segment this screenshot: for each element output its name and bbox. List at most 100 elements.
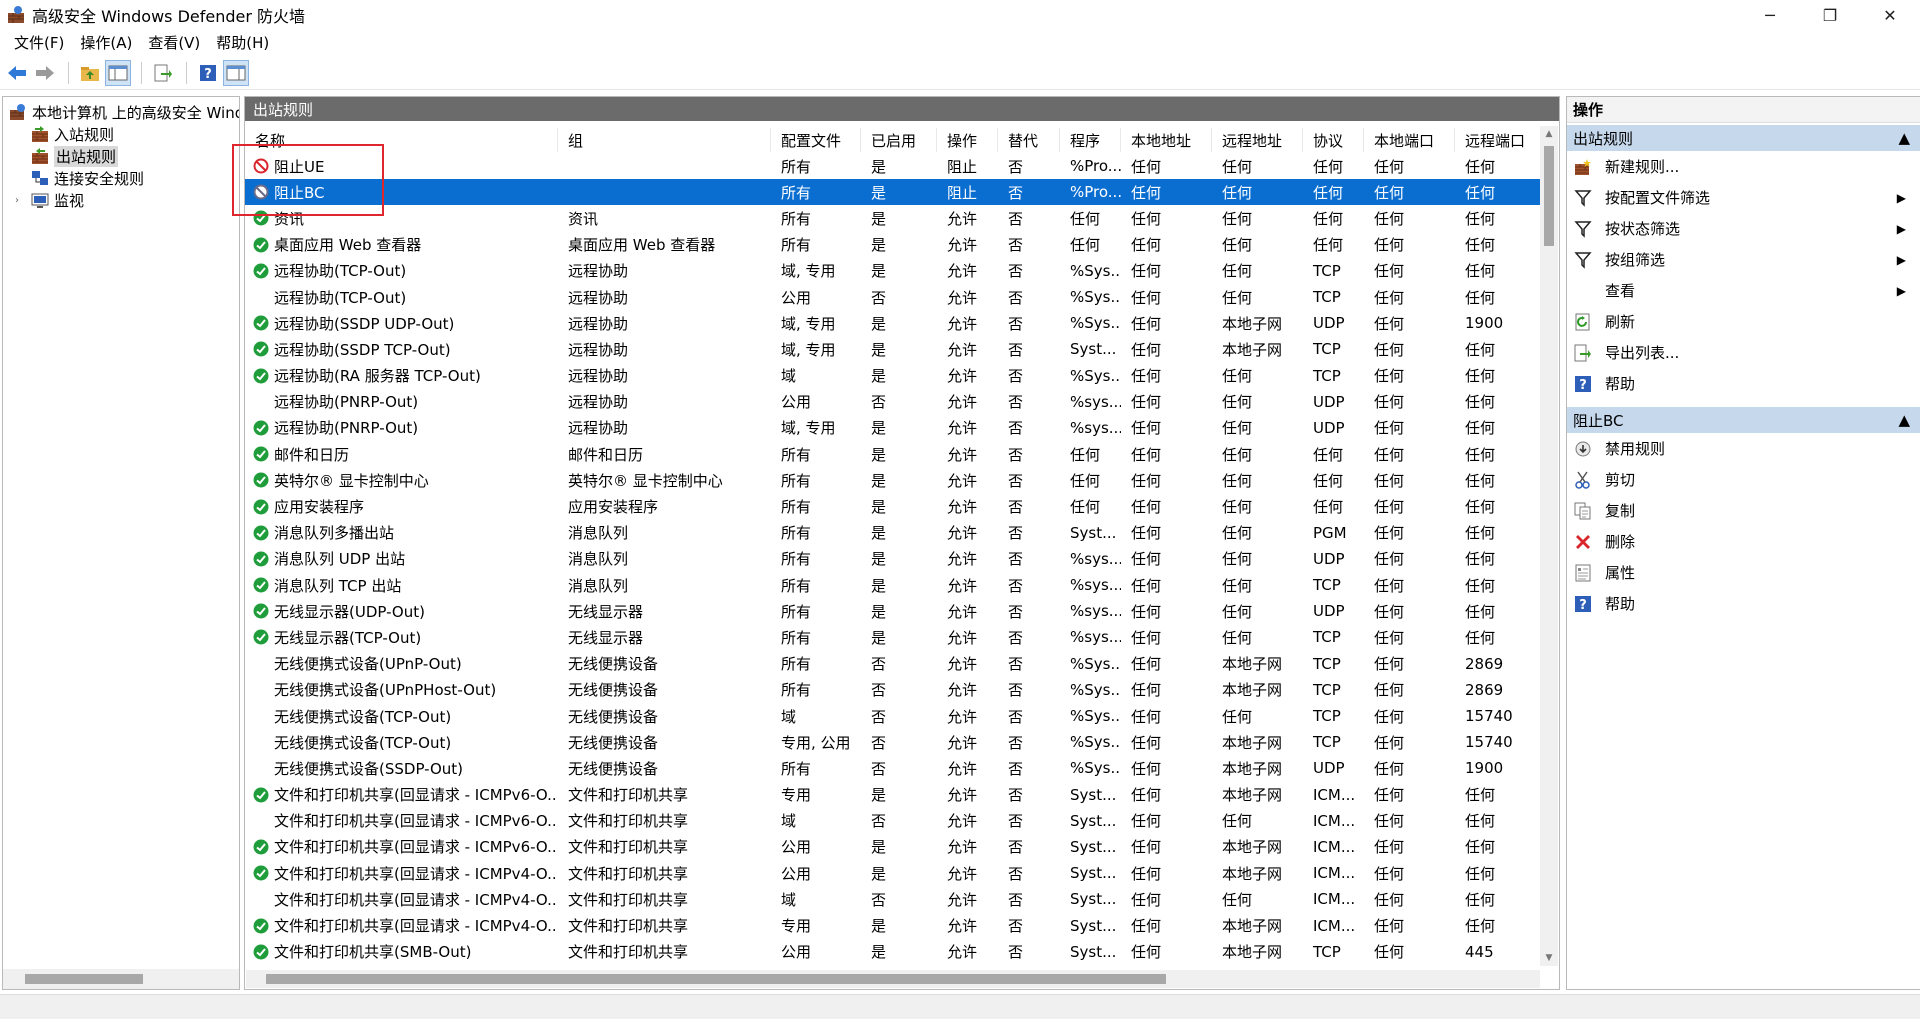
scrollbar-thumb[interactable] <box>25 974 143 984</box>
table-row[interactable]: 文件和打印机共享(回显请求 - ICMPv4-O... 文件和打印机共享 公用 是 允许… <box>245 860 1541 886</box>
rule-local-cell: 任何 <box>1131 917 1162 936</box>
rule-rport-cell: 任何 <box>1465 917 1496 936</box>
action-item[interactable]: 导出列表... <box>1567 337 1920 368</box>
forward-button[interactable] <box>32 60 58 86</box>
column-header-local-port[interactable]: 本地端口 <box>1364 128 1455 152</box>
rule-rport-cell: 任何 <box>1465 471 1496 490</box>
action-item[interactable]: 删除 <box>1567 526 1920 557</box>
table-row[interactable]: 无线显示器(UDP-Out) 无线显示器 所有 是 允许 否 %sys... 任何 任何 UDP 任… <box>245 598 1541 624</box>
table-row[interactable]: 远程协助(SSDP TCP-Out) 远程协助 域, 专用 是 允许 否 Syst... 任何… <box>245 336 1541 362</box>
rule-program-cell: 任何 <box>1070 236 1101 255</box>
action-item[interactable]: ? 帮助 <box>1567 368 1920 399</box>
table-row[interactable]: 阻止BC 所有是阻止否 %Pro... 任何 任何 任何 任何 任何 <box>245 179 1541 206</box>
rule-name-cell: 远程协助(TCP-Out) <box>245 287 558 308</box>
scroll-down-arrow-icon[interactable]: ▼ <box>1540 950 1558 966</box>
column-header-remote-address[interactable]: 远程地址 <box>1212 128 1303 152</box>
action-item[interactable]: 查看 ▶ <box>1567 275 1920 306</box>
menu-help[interactable]: 帮助(H) <box>208 32 277 53</box>
table-row[interactable]: 消息队列 TCP 出站 消息队列 所有 是 允许 否 %sys... 任何 任何 TCP 任何 任何 <box>245 572 1541 598</box>
column-header-action[interactable]: 操作 <box>937 128 998 152</box>
rules-horizontal-scrollbar[interactable] <box>246 970 1540 988</box>
tree-root[interactable]: 本地计算机 上的高级安全 Windows Defender 防火墙 <box>3 101 239 123</box>
action-item[interactable]: 复制 <box>1567 495 1920 526</box>
show-hide-action-pane-button[interactable] <box>223 59 249 86</box>
expand-arrow-icon[interactable]: › <box>15 195 19 206</box>
rules-vertical-scrollbar[interactable]: ▲ ▼ <box>1540 126 1558 966</box>
menu-action[interactable]: 操作(A) <box>72 32 140 53</box>
table-row[interactable]: 阻止UE 所有是阻止否 %Pro... 任何 任何 任何 任何 任何 <box>245 153 1541 179</box>
table-row[interactable]: 消息队列多播出站 消息队列 所有 是 允许 否 Syst... 任何 任何 PGM 任何 任何 <box>245 520 1541 546</box>
tree-horizontal-scrollbar[interactable] <box>3 969 239 989</box>
actions-group-outbound[interactable]: 出站规则 ▲ <box>1567 125 1920 151</box>
table-row[interactable]: 无线便携式设备(UPnPHost-Out) 无线便携设备 所有 否 允许 否 %Sys...… <box>245 677 1541 703</box>
column-header-program[interactable]: 程序 <box>1060 128 1121 152</box>
menu-view[interactable]: 查看(V) <box>140 32 208 53</box>
column-header-local-address[interactable]: 本地地址 <box>1121 128 1212 152</box>
action-item-label: 按组筛选 <box>1605 251 1666 269</box>
rule-group-cell: 远程协助 <box>568 288 629 307</box>
tree-item-connection-security[interactable]: 连接安全规则 <box>3 167 239 189</box>
scrollbar-thumb[interactable] <box>1544 146 1554 246</box>
allow-check-icon <box>253 839 269 855</box>
table-row[interactable]: 无线便携式设备(SSDP-Out) 无线便携设备 所有 否 允许 否 %Sys... 任何 本地… <box>245 755 1541 781</box>
collapse-arrow-icon[interactable]: ▲ <box>1898 411 1910 429</box>
action-item[interactable]: 按组筛选 ▶ <box>1567 244 1920 275</box>
collapse-arrow-icon[interactable]: ▲ <box>1898 129 1910 147</box>
rule-name: 文件和打印机共享(回显请求 - ICMPv4-O... <box>274 917 558 936</box>
rule-action-cell: 允许 <box>947 707 978 726</box>
table-row[interactable]: 资讯 资讯 所有是允许否任何 任何 任何 任何 任何 任何 <box>245 205 1541 231</box>
table-row[interactable]: 邮件和日历 邮件和日历 所有 是 允许 否 任何 任何 任何 任何 任何 任何 <box>245 441 1541 467</box>
table-row[interactable]: 远程协助(TCP-Out) 远程协助 公用 否 允许 否 %Sys... 任何 任何 TCP 任何 任… <box>245 284 1541 310</box>
table-row[interactable]: 文件和打印机共享(回显请求 - ICMPv6-O... 文件和打印机共享 域 否 允许 否… <box>245 808 1541 834</box>
menu-file[interactable]: 文件(F) <box>6 32 72 53</box>
actions-group-selected-rule[interactable]: 阻止BC ▲ <box>1567 407 1920 433</box>
tree-item-inbound[interactable]: 入站规则 <box>3 123 239 145</box>
action-item[interactable]: ? 帮助 <box>1567 588 1920 619</box>
show-hide-tree-button[interactable] <box>105 59 131 86</box>
table-row[interactable]: 远程协助(TCP-Out) 远程协助 域, 专用 是 允许 否 %Sys... 任何 任何 TCP… <box>245 258 1541 284</box>
back-button[interactable] <box>4 60 30 86</box>
action-item[interactable]: 按配置文件筛选 ▶ <box>1567 182 1920 213</box>
table-row[interactable]: 远程协助(SSDP UDP-Out) 远程协助 域, 专用 是 允许 否 %Sys... 任何… <box>245 310 1541 336</box>
table-row[interactable]: 无线便携式设备(TCP-Out) 无线便携设备 域 否 允许 否 %Sys... 任何 任何 TC… <box>245 703 1541 729</box>
rule-rport-cell: 任何 <box>1465 838 1496 857</box>
table-row[interactable]: 桌面应用 Web 查看器 桌面应用 Web 查看器 所有 是 允许 否 任何 任何 任何 任何 任何… <box>245 232 1541 258</box>
table-row[interactable]: 消息队列 UDP 出站 消息队列 所有 是 允许 否 %sys... 任何 任何 UDP 任何 任何 <box>245 546 1541 572</box>
tree-item-outbound[interactable]: 出站规则 <box>3 145 239 167</box>
action-item[interactable]: 属性 <box>1567 557 1920 588</box>
table-row[interactable]: 无线显示器(TCP-Out) 无线显示器 所有 是 允许 否 %sys... 任何 任何 TCP 任… <box>245 624 1541 650</box>
table-row[interactable]: 文件和打印机共享(回显请求 - ICMPv4-O... 文件和打印机共享 专用 是 允许… <box>245 912 1541 938</box>
close-button[interactable]: ✕ <box>1860 0 1920 30</box>
table-row[interactable]: 文件和打印机共享(回显请求 - ICMPv4-O... 文件和打印机共享 域 否 允许 否… <box>245 886 1541 912</box>
action-item[interactable]: 按状态筛选 ▶ <box>1567 213 1920 244</box>
action-item[interactable]: 剪切 <box>1567 464 1920 495</box>
action-item[interactable]: 禁用规则 <box>1567 433 1920 464</box>
maximize-button[interactable]: ❐ <box>1800 0 1860 30</box>
table-row[interactable]: 无线便携式设备(TCP-Out) 无线便携设备 专用, 公用 否 允许 否 %Sys... 任… <box>245 729 1541 755</box>
scroll-up-arrow-icon[interactable]: ▲ <box>1540 126 1558 142</box>
rule-lport-cell: 任何 <box>1374 340 1405 359</box>
table-row[interactable]: 远程协助(RA 服务器 TCP-Out) 远程协助 域 是 允许 否 %Sys... 任何 任何… <box>245 363 1541 389</box>
table-row[interactable]: 文件和打印机共享(回显请求 - ICMPv6-O... 文件和打印机共享 专用 是 允许… <box>245 782 1541 808</box>
scrollbar-thumb[interactable] <box>266 974 1166 984</box>
action-item[interactable]: 新建规则... <box>1567 151 1920 182</box>
up-folder-button[interactable] <box>77 60 103 86</box>
column-header-protocol[interactable]: 协议 <box>1303 128 1364 152</box>
table-row[interactable]: 文件和打印机共享(回显请求 - ICMPv6-O... 文件和打印机共享 公用 是 允许… <box>245 834 1541 860</box>
action-item[interactable]: 刷新 <box>1567 306 1920 337</box>
table-row[interactable]: 文件和打印机共享(SMB-Out) 文件和打印机共享 公用 是 允许 否 Syst... 任何… <box>245 939 1541 965</box>
column-header-remote-port[interactable]: 远程端口 <box>1455 128 1541 152</box>
table-row[interactable]: 英特尔® 显卡控制中心 英特尔® 显卡控制中心 所有 是 允许 否 任何 任何 任何 任何 任何 任何 <box>245 467 1541 493</box>
help-button[interactable]: ? <box>195 60 221 86</box>
column-header-override[interactable]: 替代 <box>998 128 1060 152</box>
table-row[interactable]: 远程协助(PNRP-Out) 远程协助 域, 专用 是 允许 否 %sys... 任何 任何 UD… <box>245 415 1541 441</box>
table-row[interactable]: 无线便携式设备(UPnP-Out) 无线便携设备 所有 否 允许 否 %Sys... 任何 本地… <box>245 651 1541 677</box>
export-button[interactable] <box>150 60 176 86</box>
tree-item-monitoring[interactable]: › 监视 <box>3 189 239 211</box>
table-row[interactable]: 应用安装程序 应用安装程序 所有 是 允许 否 任何 任何 任何 任何 任何 任何 <box>245 493 1541 519</box>
minimize-button[interactable]: ─ <box>1740 0 1800 30</box>
column-header-profile[interactable]: 配置文件 <box>771 128 861 152</box>
column-header-group[interactable]: 组 <box>558 128 771 152</box>
column-header-enabled[interactable]: 已启用 <box>861 128 937 152</box>
table-row[interactable]: 远程协助(PNRP-Out) 远程协助 公用 否 允许 否 %sys... 任何 任何 UDP 任何… <box>245 389 1541 415</box>
